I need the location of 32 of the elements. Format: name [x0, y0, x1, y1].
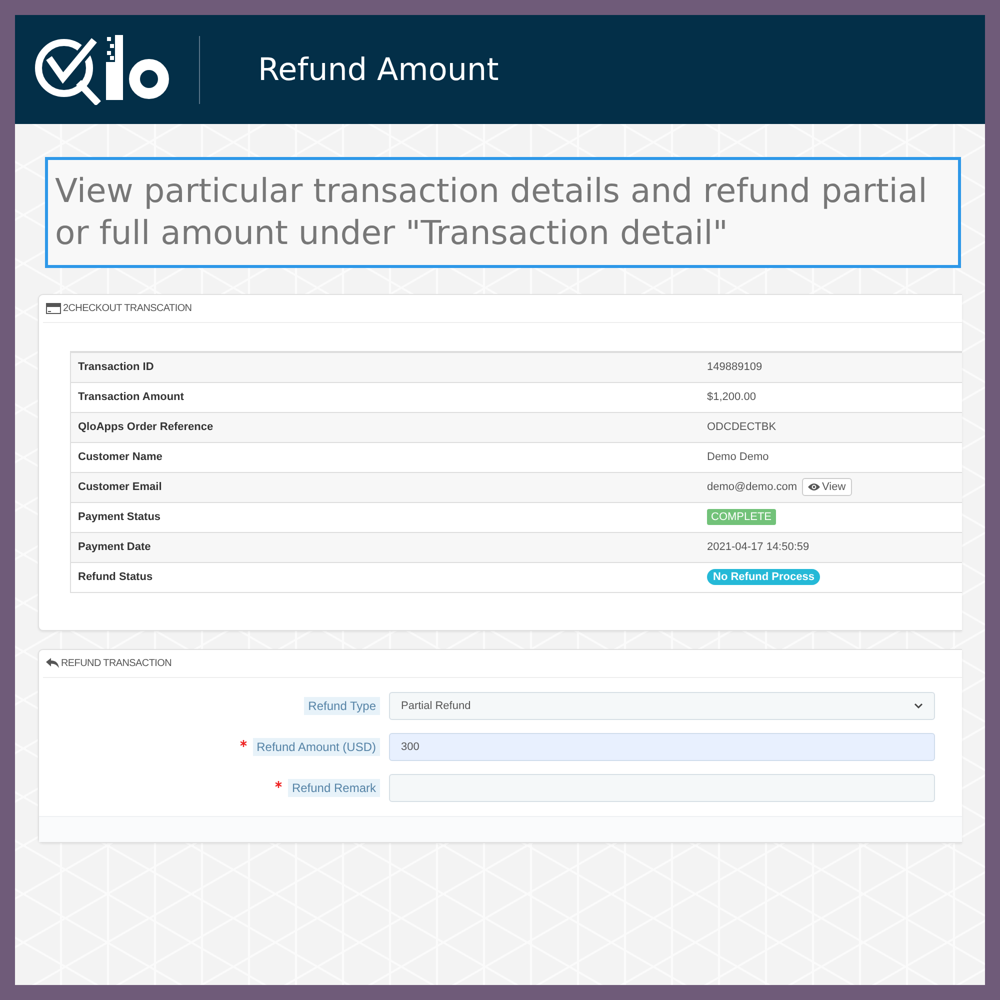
row-label: Customer Email: [78, 481, 162, 493]
input-field[interactable]: 300: [389, 732, 935, 760]
row-label: Customer Name: [78, 451, 162, 463]
input-field[interactable]: [389, 774, 935, 802]
row-label: Refund Status: [78, 571, 153, 583]
reply-arrow-icon: [46, 658, 59, 668]
status-pill: No Refund Process: [707, 569, 820, 585]
eye-icon: [808, 483, 820, 491]
row-label: QloApps Order Reference: [78, 421, 214, 433]
row-value: ODCDECTBK: [707, 421, 776, 433]
row-value: 149889109: [707, 361, 762, 374]
status-badge: COMPLETE: [707, 509, 776, 525]
row-label: Transaction ID: [78, 361, 154, 374]
row-label: Payment Status: [78, 511, 161, 523]
instruction-callout: View particular transaction details and refund partial or full amount under "Transaction detail": [45, 157, 961, 268]
row-value: Demo Demo: [707, 451, 769, 463]
select-field[interactable]: Partial Refund: [389, 692, 935, 720]
view-button[interactable]: View: [802, 478, 852, 496]
row-value: 2021-04-17 14:50:59: [707, 541, 810, 553]
field-label: Refund Remark: [288, 778, 380, 796]
row-label: Transaction Amount: [78, 391, 184, 403]
credit-card-icon: [46, 303, 61, 314]
row-label: Payment Date: [78, 541, 151, 553]
page-title: Refund Amount: [258, 50, 499, 90]
panel-title: 2CHECKOUT TRANSCATION: [63, 303, 192, 314]
chevron-down-icon: [914, 702, 923, 708]
row-value: $1,200.00: [707, 391, 756, 403]
panel-title: REFUND TRANSACTION: [61, 658, 172, 668]
field-label: Refund Type: [304, 696, 380, 714]
field-label: Refund Amount (USD): [252, 738, 380, 756]
email-value: demo@demo.com: [707, 480, 798, 493]
logo-icon: [35, 34, 172, 104]
